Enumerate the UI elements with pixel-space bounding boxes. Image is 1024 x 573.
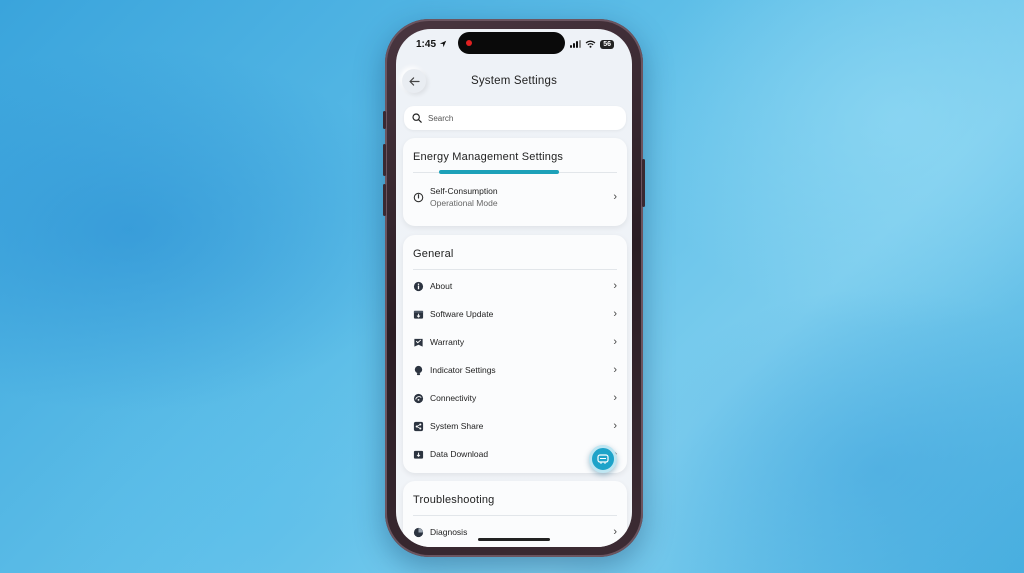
status-indicators: 56 [570,39,614,49]
volume-down-button [383,184,386,216]
chevron-right-icon: › [613,280,617,292]
mute-switch [383,111,386,129]
location-arrow-icon [439,40,447,48]
page-header: System Settings [396,67,632,95]
settings-item-connectivity[interactable]: Connectivity › [403,384,627,412]
chevron-right-icon: › [613,336,617,348]
operational-mode-labels: Self-Consumption Operational Mode [430,186,613,208]
dynamic-island [458,32,565,54]
search-icon [412,113,422,123]
energy-management-card: Energy Management Settings Self-Consumpt… [403,138,627,226]
power-icon [413,192,424,203]
info-icon [413,281,424,292]
download-icon [413,449,424,460]
settings-item-label: System Share [430,421,484,431]
status-time-group: 1:45 [416,39,447,50]
connectivity-icon [413,393,424,404]
settings-item-system-share[interactable]: System Share › [403,412,627,440]
chevron-right-icon: › [613,308,617,320]
general-card: General About › Software Update › Warran… [403,235,627,473]
operational-mode-row[interactable]: Self-Consumption Operational Mode › [403,179,627,215]
settings-item-label: Data Download [430,449,489,459]
settings-item-label: Diagnosis [430,527,468,537]
general-card-title: General [413,248,454,260]
home-indicator [478,538,550,541]
settings-item-label: Software Update [430,309,494,319]
battery-indicator: 56 [600,39,614,49]
chat-bot-button[interactable] [589,445,617,473]
chat-bot-icon [597,454,609,464]
chevron-right-icon: › [613,526,617,538]
settings-item-label: About [430,281,453,291]
wifi-icon [585,40,596,48]
general-list: About › Software Update › Warranty › Ind… [403,270,627,468]
settings-item-indicator-settings[interactable]: Indicator Settings › [403,356,627,384]
power-button [642,159,645,207]
phone-screen: 1:45 56 System Settings Search Energy Ma… [396,29,632,547]
settings-item-label: Warranty [430,337,465,347]
settings-item-about[interactable]: About › [403,272,627,300]
energy-card-title: Energy Management Settings [413,151,564,163]
energy-progress-bar [439,170,559,174]
chevron-right-icon: › [613,364,617,376]
operational-mode-value: Self-Consumption [430,186,498,196]
back-button[interactable] [402,69,426,93]
status-time: 1:45 [416,38,437,50]
update-icon [413,309,424,320]
divider [413,515,617,516]
warranty-icon [413,337,424,348]
phone-frame: 1:45 56 System Settings Search Energy Ma… [383,19,645,557]
share-icon [413,421,424,432]
chevron-right-icon: › [613,392,617,404]
settings-item-label: Connectivity [430,393,477,403]
arrow-left-icon [408,76,420,86]
settings-item-label: Indicator Settings [430,365,496,375]
volume-up-button [383,144,386,176]
search-input[interactable] [428,113,608,123]
page-title: System Settings [470,75,558,87]
troubleshooting-card-title: Troubleshooting [413,494,495,506]
settings-item-warranty[interactable]: Warranty › [403,328,627,356]
chevron-right-icon: › [613,191,617,203]
operational-mode-label: Operational Mode [430,198,498,208]
indicator-icon [413,365,424,376]
settings-item-software-update[interactable]: Software Update › [403,300,627,328]
search-bar[interactable] [404,106,626,130]
chevron-right-icon: › [613,420,617,432]
signal-icon [570,40,582,48]
diagnosis-icon [413,527,424,538]
recording-indicator-icon [466,40,472,46]
settings-item-diagnosis[interactable]: Diagnosis › [403,518,627,546]
